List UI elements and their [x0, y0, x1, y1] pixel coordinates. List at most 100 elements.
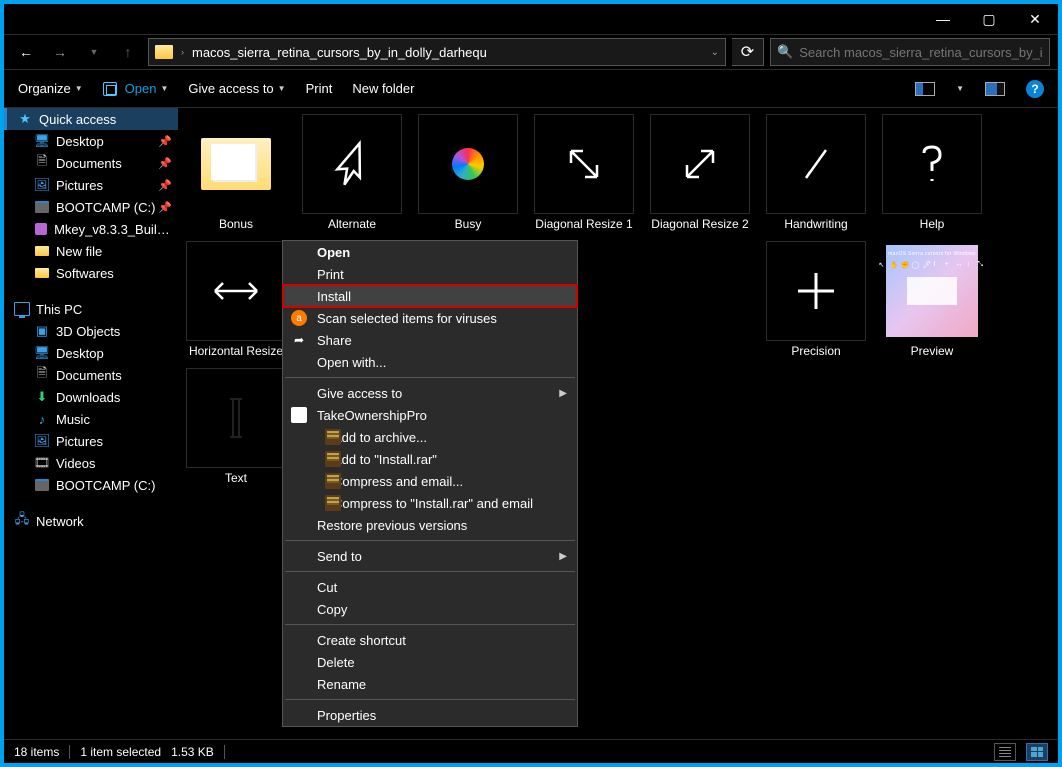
- cm-give-access[interactable]: Give access to▶: [283, 382, 577, 404]
- sidebar-3dobjects[interactable]: ▣3D Objects: [4, 320, 178, 342]
- status-selected: 1 item selected: [80, 745, 161, 759]
- file-diag2[interactable]: Diagonal Resize 2: [646, 114, 754, 231]
- sidebar-quick-access[interactable]: ★Quick access: [4, 108, 178, 130]
- close-button[interactable]: ✕: [1012, 4, 1058, 34]
- cm-compress-email[interactable]: Compress and email...: [283, 470, 577, 492]
- star-icon: ★: [17, 111, 33, 127]
- sidebar-pc-bootcamp[interactable]: BOOTCAMP (C:): [4, 474, 178, 496]
- help-icon: [916, 143, 948, 185]
- navbar: ← → ▼ ↑ › macos_sierra_retina_cursors_by…: [4, 34, 1058, 70]
- file-handwriting[interactable]: Handwriting: [762, 114, 870, 231]
- cm-add-archive[interactable]: Add to archive...: [283, 426, 577, 448]
- file-label: Diagonal Resize 2: [649, 217, 750, 231]
- sidebar-pictures[interactable]: 🖼Pictures📌: [4, 174, 178, 196]
- monitor-icon: 🖥: [34, 345, 50, 361]
- pin-icon: 📌: [158, 135, 172, 148]
- forward-button[interactable]: →: [46, 38, 74, 66]
- text-cursor-icon: [232, 398, 240, 438]
- minimize-button[interactable]: —: [920, 4, 966, 34]
- search-box[interactable]: 🔍: [770, 38, 1050, 66]
- cm-open[interactable]: Open: [283, 241, 577, 263]
- view-preview-a[interactable]: [914, 78, 936, 100]
- cm-cut[interactable]: Cut: [283, 576, 577, 598]
- file-label: Precision: [789, 344, 842, 358]
- sidebar-this-pc[interactable]: This PC: [4, 298, 178, 320]
- preview-image: macOS Sierra cursors for Windows ↖✋✊◯🖊I+…: [886, 245, 978, 337]
- cm-rename[interactable]: Rename: [283, 673, 577, 695]
- cm-delete[interactable]: Delete: [283, 651, 577, 673]
- sidebar-documents[interactable]: 🗎Documents📌: [4, 152, 178, 174]
- print-button[interactable]: Print: [306, 81, 333, 96]
- sidebar-downloads[interactable]: ⬇Downloads: [4, 386, 178, 408]
- cm-install[interactable]: Install: [283, 285, 577, 307]
- search-input[interactable]: [799, 45, 1043, 60]
- help-button[interactable]: ?: [1026, 80, 1044, 98]
- cm-open-with[interactable]: Open with...: [283, 351, 577, 373]
- file-help[interactable]: Help: [878, 114, 986, 231]
- sidebar-pc-documents[interactable]: 🗎Documents: [4, 364, 178, 386]
- document-icon: 🗎: [34, 367, 50, 383]
- picture-icon: 🖼: [34, 433, 50, 449]
- cm-scan[interactable]: aScan selected items for viruses: [283, 307, 577, 329]
- give-access-menu[interactable]: Give access to▼: [188, 81, 285, 96]
- cm-add-rar[interactable]: Add to "Install.rar": [283, 448, 577, 470]
- up-button[interactable]: ↑: [114, 38, 142, 66]
- sidebar-newfile[interactable]: New file: [4, 240, 178, 262]
- picture-icon: 🖼: [34, 177, 50, 193]
- sidebar-bootcamp[interactable]: BOOTCAMP (C:)📌: [4, 196, 178, 218]
- sidebar-mkey[interactable]: Mkey_v8.3.3_Build_06: [4, 218, 178, 240]
- sidebar-softwares[interactable]: Softwares: [4, 262, 178, 284]
- file-preview[interactable]: macOS Sierra cursors for Windows ↖✋✊◯🖊I+…: [878, 241, 986, 358]
- file-busy[interactable]: Busy: [414, 114, 522, 231]
- file-diag1[interactable]: Diagonal Resize 1: [530, 114, 638, 231]
- file-text[interactable]: Text: [182, 368, 290, 485]
- file-precision[interactable]: Precision: [762, 241, 870, 358]
- recent-dropdown[interactable]: ▼: [80, 38, 108, 66]
- file-alternate[interactable]: Alternate: [298, 114, 406, 231]
- file-hresize[interactable]: Horizontal Resize: [182, 241, 290, 358]
- maximize-button[interactable]: ▢: [966, 4, 1012, 34]
- new-folder-button[interactable]: New folder: [352, 81, 414, 96]
- monitor-icon: 🖥: [34, 133, 50, 149]
- file-bonus[interactable]: Bonus: [182, 114, 290, 231]
- view-preview-b[interactable]: [984, 78, 1006, 100]
- sidebar-videos[interactable]: 🎞Videos: [4, 452, 178, 474]
- file-label: Diagonal Resize 1: [533, 217, 634, 231]
- breadcrumb-sep-icon: ›: [181, 47, 184, 57]
- sidebar-desktop[interactable]: 🖥Desktop📌: [4, 130, 178, 152]
- address-dropdown-icon[interactable]: ⌄: [711, 47, 719, 58]
- rar-icon: [325, 495, 341, 511]
- sidebar-network[interactable]: 🖧Network: [4, 510, 178, 532]
- sidebar-music[interactable]: ♪Music: [4, 408, 178, 430]
- cm-send-to[interactable]: Send to▶: [283, 545, 577, 567]
- cm-share[interactable]: ➦Share: [283, 329, 577, 351]
- sidebar-pc-desktop[interactable]: 🖥Desktop: [4, 342, 178, 364]
- sidebar-pc-pictures[interactable]: 🖼Pictures: [4, 430, 178, 452]
- folder-icon: [155, 45, 173, 59]
- view-dropdown[interactable]: ▼: [956, 84, 964, 93]
- file-label: Preview: [909, 344, 956, 358]
- cm-create-shortcut[interactable]: Create shortcut: [283, 629, 577, 651]
- open-icon: [103, 82, 117, 96]
- cm-takeownership[interactable]: TakeOwnershipPro: [283, 404, 577, 426]
- cm-restore[interactable]: Restore previous versions: [283, 514, 577, 536]
- cursor-icon: [332, 138, 372, 190]
- organize-menu[interactable]: Organize▼: [18, 81, 83, 96]
- status-size: 1.53 KB: [171, 745, 214, 759]
- refresh-button[interactable]: ⟳: [732, 38, 764, 66]
- status-count: 18 items: [14, 745, 59, 759]
- cm-compress-rar-email[interactable]: Compress to "Install.rar" and email: [283, 492, 577, 514]
- cm-copy[interactable]: Copy: [283, 598, 577, 620]
- cm-print[interactable]: Print: [283, 263, 577, 285]
- view-icons-button[interactable]: [1026, 743, 1048, 761]
- toolbar: Organize▼ Open▼ Give access to▼ Print Ne…: [4, 70, 1058, 108]
- cm-properties[interactable]: Properties: [283, 704, 577, 726]
- open-button[interactable]: Open▼: [103, 81, 169, 96]
- pc-icon: [14, 302, 30, 316]
- back-button[interactable]: ←: [12, 38, 40, 66]
- pen-icon: [796, 144, 836, 184]
- view-details-button[interactable]: [994, 743, 1016, 761]
- context-menu: Open Print Install aScan selected items …: [282, 240, 578, 727]
- address-bar[interactable]: › macos_sierra_retina_cursors_by_in_doll…: [148, 38, 726, 66]
- rar-icon: [325, 429, 341, 445]
